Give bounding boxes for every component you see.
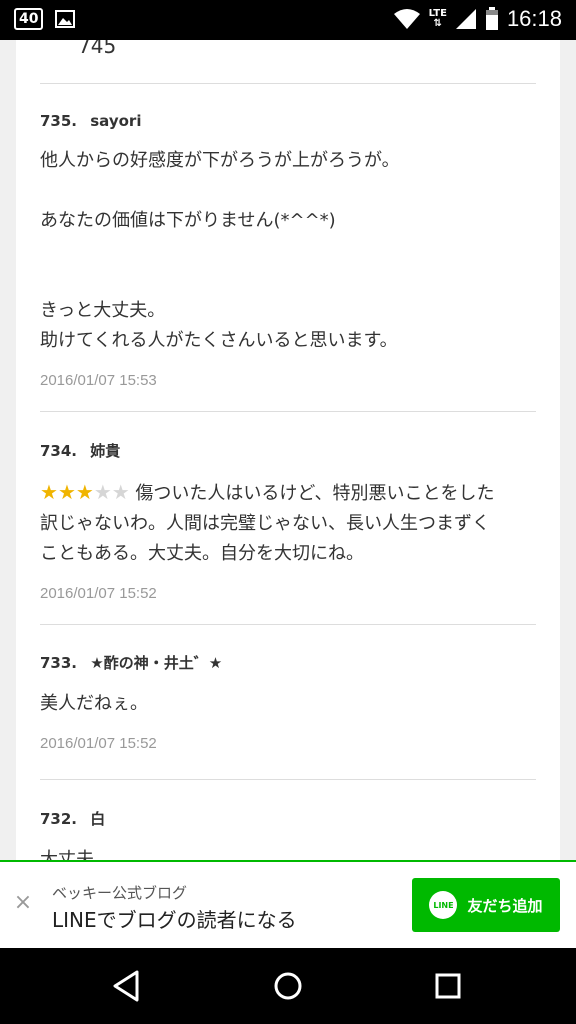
comment-item: 732. 白 大丈夫。 — [40, 808, 536, 860]
star-icon: ★ — [111, 480, 130, 504]
divider — [40, 624, 536, 625]
comment-line: こともある。大丈夫。自分を大切にね。 — [40, 543, 364, 564]
comment-body: 他人からの好感度が下がろうが上がろうが。 あなたの価値は下がりません(*^^*)… — [40, 146, 536, 356]
comment-line: 傷ついた人はいるけど、特別悪いことをした — [135, 483, 495, 504]
comment-author[interactable]: 姉貴 — [90, 442, 120, 460]
star-icon: ★ — [40, 480, 58, 504]
line-logo-icon: LINE — [429, 891, 458, 919]
comment-number: 732. — [40, 810, 78, 828]
comment-number: 733. — [40, 654, 78, 672]
lte-indicator: LTE ⇅ — [428, 8, 447, 29]
navigation-bar — [0, 948, 576, 1024]
divider — [40, 779, 536, 780]
comment-blank-line — [40, 176, 536, 206]
comment-item: 735. sayori 他人からの好感度が下がろうが上がろうが。 あなたの価値は… — [40, 112, 536, 389]
divider — [40, 83, 536, 84]
wifi-icon — [393, 9, 420, 29]
comment-date: 2016/01/07 15:52 — [40, 735, 157, 752]
comment-blank-line — [40, 266, 536, 296]
comment-date: 2016/01/07 15:52 — [40, 585, 157, 602]
star-icon: ★ — [93, 480, 112, 504]
clock: 16:18 — [506, 6, 562, 31]
comment-line: きっと大丈夫。 — [40, 300, 166, 321]
comment-blank-line — [40, 236, 536, 266]
notification-badge: 40 — [14, 8, 44, 30]
close-icon[interactable]: × — [12, 892, 34, 914]
comment-line: あなたの価値は下がりません(*^^*) — [40, 210, 336, 231]
star-icon: ★ — [75, 480, 94, 504]
star-rating: ★★★★★ — [40, 480, 135, 504]
comment-line: 美人だねぇ。 — [40, 693, 148, 714]
banner-subtitle: ベッキー公式ブログ — [52, 884, 188, 902]
comment-item: 734. 姉貴 ★★★★★ 傷ついた人はいるけど、特別悪いことをした 訳じゃない… — [40, 440, 536, 602]
add-friend-label: 友だち追加 — [467, 896, 543, 915]
battery-icon — [485, 7, 498, 30]
comment-line: 大丈夫。 — [40, 849, 112, 860]
previous-entry-number: 745 — [78, 40, 117, 58]
comment-number: 735. — [40, 112, 78, 130]
signal-icon — [455, 9, 476, 29]
comment-author[interactable]: ★酢の神・井土゛★ — [90, 654, 222, 672]
line-follow-banner: × ベッキー公式ブログ LINEでブログの読者になる LINE 友だち追加 — [0, 860, 576, 948]
recents-icon[interactable] — [428, 966, 468, 1006]
comment-line: 訳じゃないわ。人間は完璧じゃない、長い人生つまずく — [40, 513, 490, 534]
comment-line: 助けてくれる人がたくさんいると思います。 — [40, 330, 398, 351]
comment-author[interactable]: 白 — [90, 810, 105, 828]
comment-date: 2016/01/07 15:53 — [40, 372, 157, 389]
image-icon — [55, 10, 76, 28]
comment-header: 734. 姉貴 — [40, 440, 536, 461]
comment-header: 733. ★酢の神・井土゛★ — [40, 652, 536, 673]
comment-body: 美人だねぇ。 — [40, 689, 536, 719]
back-icon[interactable] — [107, 966, 147, 1006]
comment-item: 733. ★酢の神・井土゛★ 美人だねぇ。 2016/01/07 15:52 — [40, 652, 536, 752]
comment-list[interactable]: 745 735. sayori 他人からの好感度が下がろうが上がろうが。 あなた… — [16, 40, 560, 860]
comment-line: 他人からの好感度が下がろうが上がろうが。 — [40, 150, 400, 171]
comment-body: ★★★★★ 傷ついた人はいるけど、特別悪いことをした 訳じゃないわ。人間は完璧じ… — [40, 477, 536, 569]
comment-number: 734. — [40, 442, 78, 460]
comment-body: 大丈夫。 — [40, 845, 536, 860]
status-bar: 40 LTE ⇅ 16:18 — [0, 0, 576, 40]
divider — [40, 411, 536, 412]
comment-header: 732. 白 — [40, 808, 536, 829]
banner-title[interactable]: LINEでブログの読者になる — [52, 904, 297, 933]
home-icon[interactable] — [268, 966, 308, 1006]
comment-header: 735. sayori — [40, 112, 536, 130]
comment-author[interactable]: sayori — [90, 112, 141, 130]
star-icon: ★ — [57, 480, 76, 504]
add-friend-button[interactable]: LINE 友だち追加 — [412, 878, 560, 932]
